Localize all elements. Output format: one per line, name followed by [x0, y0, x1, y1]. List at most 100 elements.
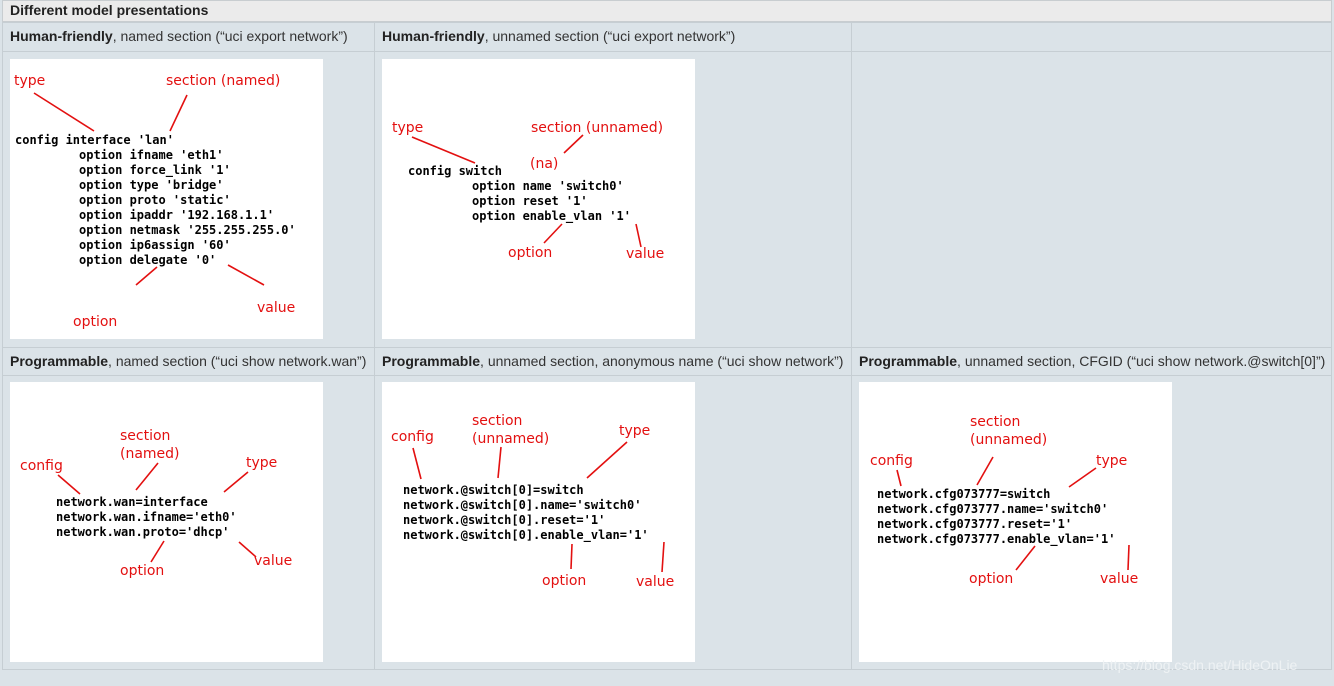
label-na: (na) [530, 156, 558, 172]
diagram-prog-named: config section (named) type network.wan=… [10, 382, 323, 662]
label-value: value [254, 553, 292, 569]
arrow-type [411, 136, 476, 164]
arrow-option [543, 223, 563, 244]
code-line: option type 'bridge' [79, 178, 224, 192]
label-config: config [20, 458, 63, 474]
code-line: network.wan=interface [56, 495, 208, 509]
arrow-value [635, 223, 642, 248]
arrow-option [150, 540, 165, 563]
header-prog-cfgid: Programmable, unnamed section, CFGID (“u… [851, 347, 1332, 376]
code-line: network.cfg073777.name='switch0' [877, 502, 1108, 516]
code-line: option ip6assign '60' [79, 238, 231, 252]
arrow-config [896, 469, 902, 487]
label-value: value [636, 574, 674, 590]
diagram-svg: config section (unnamed) type network.@s… [391, 413, 674, 590]
header-rest: , unnamed section (“uci export network”) [484, 28, 736, 44]
label-section: section (unnamed) [531, 120, 663, 136]
arrow-section [976, 456, 994, 486]
label-value: value [257, 300, 295, 316]
label-section-unnamed: (unnamed) [970, 432, 1047, 448]
arrow-value [227, 264, 265, 286]
arrow-config [57, 474, 81, 495]
label-option: option [542, 573, 586, 589]
code-line: option enable_vlan '1' [472, 209, 631, 224]
arrow-value [661, 541, 665, 573]
header-bold: Human-friendly [382, 28, 485, 44]
code-line: config interface 'lan' [15, 133, 174, 147]
code-line: network.@switch[0].name='switch0' [403, 498, 641, 512]
arrow-type [1068, 467, 1097, 488]
header-rest: , unnamed section, CFGID (“uci show netw… [957, 353, 1326, 369]
code-line: network.@switch[0].reset='1' [403, 513, 605, 527]
arrow-option [135, 266, 158, 286]
code-line: option force_link '1' [79, 163, 231, 178]
code-line: config switch [408, 164, 502, 178]
label-section: section [970, 414, 1020, 430]
label-section: section [472, 413, 522, 429]
label-config: config [870, 453, 913, 469]
diagram-human-unnamed: type section (unnamed) (na) config switc… [382, 59, 695, 339]
watermark: https://blog.csdn.net/HideOnLie [1102, 657, 1298, 673]
diagram-svg: config section (named) type network.wan=… [20, 428, 292, 579]
arrow-type [223, 471, 249, 493]
label-type: type [246, 455, 277, 471]
code-line: network.cfg073777=switch [877, 487, 1050, 501]
code-line: network.cfg073777.enable_vlan='1' [877, 532, 1115, 547]
label-config: config [391, 429, 434, 445]
label-type: type [14, 73, 45, 89]
cell-empty [851, 51, 1332, 348]
label-section: section [120, 428, 170, 444]
code-line: network.wan.proto='dhcp' [56, 525, 229, 539]
header-rest: , named section (“uci export network”) [112, 28, 348, 44]
header-human-named: Human-friendly, named section (“uci expo… [2, 22, 375, 52]
code-line: network.wan.ifname='eth0' [56, 510, 237, 524]
header-bold: Programmable [859, 353, 958, 369]
header-bold: Programmable [382, 353, 481, 369]
header-rest: , named section (“uci show network.wan”) [108, 353, 367, 369]
label-type: type [1096, 453, 1127, 469]
label-value: value [1100, 571, 1138, 587]
header-rest: , unnamed section, anonymous name (“uci … [480, 353, 844, 369]
arrow-config [412, 447, 422, 480]
diagram-svg: config section (unnamed) type network.cf… [870, 414, 1138, 587]
label-section-named: (named) [120, 446, 180, 462]
header-prog-anonymous: Programmable, unnamed section, anonymous… [374, 347, 852, 376]
header-bold: Programmable [10, 353, 109, 369]
label-option: option [969, 571, 1013, 587]
code-line: option proto 'static' [79, 193, 231, 207]
code-line: option reset '1' [472, 194, 588, 208]
diagram-svg: type section (unnamed) (na) config switc… [392, 120, 664, 262]
arrow-option [570, 543, 573, 570]
code-line: option name 'switch0' [472, 179, 624, 193]
arrow-section [563, 134, 584, 154]
arrow-section [135, 462, 159, 491]
code-line: network.@switch[0].enable_vlan='1' [403, 528, 649, 543]
code-line: option delegate '0' [79, 253, 216, 267]
label-type: type [619, 423, 650, 439]
label-section-unnamed: (unnamed) [472, 431, 549, 447]
label-option: option [73, 314, 117, 330]
header-empty [851, 22, 1332, 52]
label-option: option [120, 563, 164, 579]
table-title: Different model presentations [2, 0, 1332, 22]
code-line: option ipaddr '192.168.1.1' [79, 208, 274, 222]
diagram-prog-anonymous: config section (unnamed) type network.@s… [382, 382, 695, 662]
arrow-section [169, 94, 188, 132]
arrow-option [1015, 545, 1036, 571]
code-line: network.@switch[0]=switch [403, 483, 584, 497]
code-line: network.cfg073777.reset='1' [877, 517, 1072, 531]
diagram-svg: type section (named) config interface 'l… [14, 73, 296, 330]
header-prog-named: Programmable, named section (“uci show n… [2, 347, 375, 376]
arrow-value [1127, 544, 1130, 571]
arrow-section [497, 446, 502, 479]
label-option: option [508, 245, 552, 261]
diagram-human-named: type section (named) config interface 'l… [10, 59, 323, 339]
code-line: option ifname 'eth1' [79, 148, 224, 162]
header-human-unnamed: Human-friendly, unnamed section (“uci ex… [374, 22, 852, 52]
arrow-type [33, 92, 95, 132]
header-bold: Human-friendly [10, 28, 113, 44]
label-section: section (named) [166, 73, 280, 89]
code-line: option netmask '255.255.255.0' [79, 223, 296, 237]
arrow-type [586, 441, 628, 479]
label-value: value [626, 246, 664, 262]
